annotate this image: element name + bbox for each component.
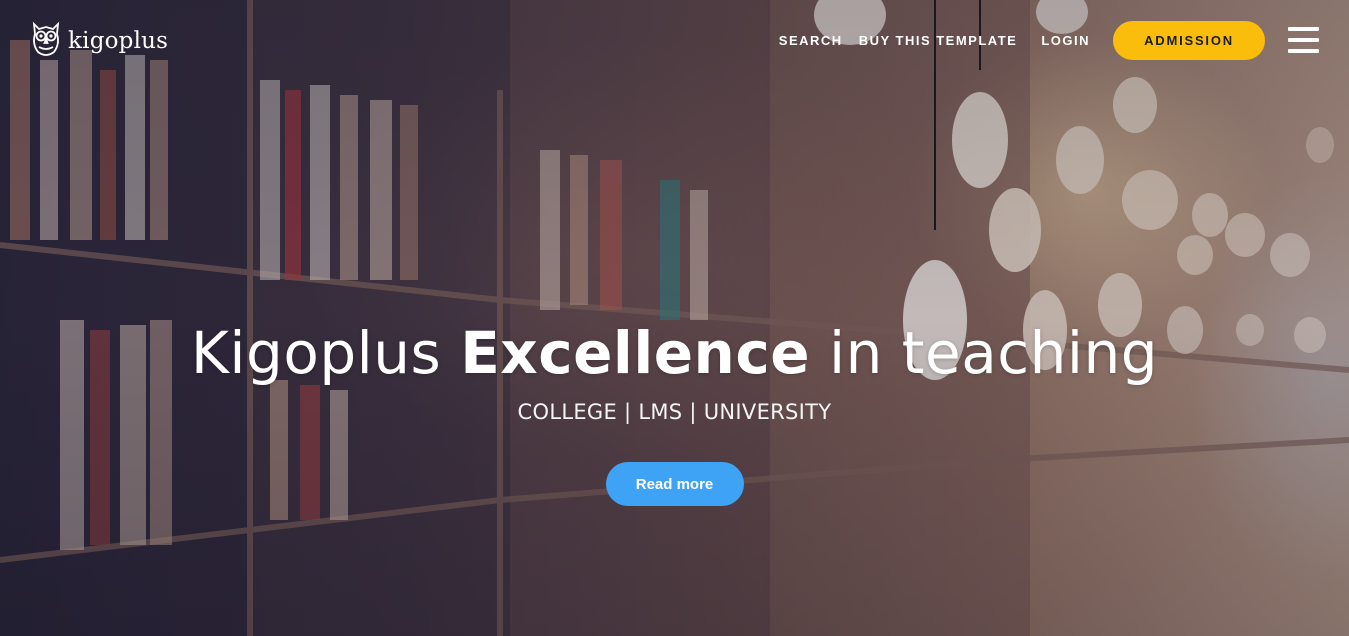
read-more-button[interactable]: Read more [605, 462, 744, 506]
menu-bar [1288, 49, 1319, 53]
admission-button[interactable]: ADMISSION [1113, 20, 1265, 60]
menu-bar [1288, 27, 1319, 31]
hero-subtitle: COLLEGE | LMS | UNIVERSITY [517, 400, 832, 424]
menu-bar [1288, 38, 1319, 42]
main-nav: SEARCH BUY THIS TEMPLATE LOGIN ADMISSION [779, 20, 1319, 60]
hero-content: Kigoplus Excellence in teaching COLLEGE … [0, 318, 1349, 506]
owl-icon [30, 18, 62, 64]
top-navbar: kigoplus SEARCH BUY THIS TEMPLATE LOGIN … [0, 0, 1349, 80]
hamburger-menu-icon[interactable] [1288, 27, 1319, 53]
headline-prefix: Kigoplus [190, 319, 461, 387]
brand-logo[interactable]: kigoplus [30, 20, 168, 62]
headline-emphasis: Excellence [460, 319, 811, 387]
nav-buy-template-link[interactable]: BUY THIS TEMPLATE [859, 33, 1018, 48]
headline-suffix: in teaching [810, 319, 1159, 387]
hero-headline: Kigoplus Excellence in teaching [0, 318, 1349, 388]
hero-section: kigoplus SEARCH BUY THIS TEMPLATE LOGIN … [0, 0, 1349, 636]
brand-name: kigoplus [68, 28, 169, 54]
nav-search-link[interactable]: SEARCH [779, 33, 843, 48]
nav-login-link[interactable]: LOGIN [1041, 33, 1090, 48]
